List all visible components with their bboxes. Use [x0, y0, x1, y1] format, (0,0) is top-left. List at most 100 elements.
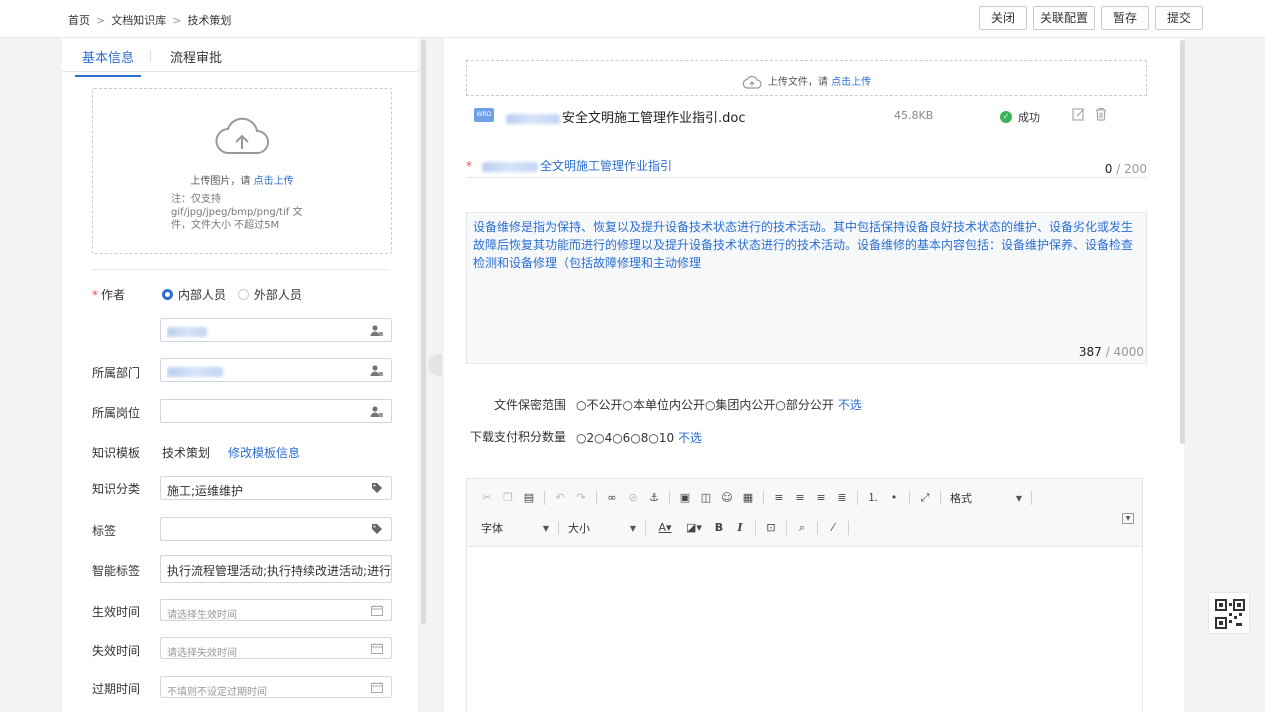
left-panel: 基本信息 流程审批 上传图片，请 点击上传 注：仅支持 gif/jpg/jpeg… [62, 38, 418, 712]
format-select-label: 格式 [950, 492, 972, 505]
department-select-icon[interactable] [370, 364, 383, 377]
anchor-icon[interactable]: ⚓ [648, 492, 660, 504]
ordered-list-icon[interactable]: ⒈ [867, 492, 879, 504]
tags-field[interactable] [160, 517, 392, 541]
position-field[interactable] [160, 399, 392, 423]
preview-icon[interactable]: ⌕ [796, 522, 808, 534]
position-select-icon[interactable] [370, 405, 383, 418]
secrecy-options-text[interactable]: ○不公开○本单位内公开○集团内公开○部分公开 [576, 398, 834, 412]
category-field[interactable]: 施工;运维维护 [160, 476, 392, 500]
right-scrollbar[interactable] [1180, 40, 1185, 444]
left-scrollbar[interactable] [421, 40, 426, 624]
category-label: 知识分类 [92, 482, 141, 496]
close-button[interactable]: 关闭 [978, 6, 1027, 30]
tag-icon[interactable] [371, 523, 383, 535]
editor-content-area[interactable] [467, 548, 1142, 712]
upload-status-text: 成功 [1018, 111, 1040, 124]
font-select[interactable]: 字体 ▼ [481, 520, 549, 536]
image-upload-note: 注：仅支持 gif/jpg/jpeg/bmp/png/tif 文件，文件大小 不… [171, 194, 303, 231]
file-upload-hint: 上传文件，请 点击上传 [467, 73, 1146, 89]
secrecy-options[interactable]: ○不公开○本单位内公开○集团内公开○部分公开 不选 [576, 396, 862, 413]
author-person-field[interactable] [160, 318, 392, 342]
breadcrumb-library[interactable]: 文档知识库 [111, 12, 166, 28]
tag-icon[interactable] [371, 482, 383, 494]
font-color-icon[interactable]: A▾ [655, 522, 675, 534]
toolbar-separator [755, 521, 756, 535]
unlink-icon[interactable]: ⊘ [627, 492, 639, 504]
collapse-panel-handle[interactable] [428, 354, 442, 376]
submit-button[interactable]: 提交 [1154, 6, 1203, 30]
emoji-icon[interactable]: ☺ [721, 492, 733, 504]
template-value: 技术策划 [162, 446, 211, 460]
file-upload-area[interactable]: 上传文件，请 点击上传 [466, 60, 1147, 96]
clear-format-icon[interactable]: ⁄ [827, 522, 839, 534]
department-field[interactable] [160, 358, 392, 382]
overdue-time-label: 过期时间 [92, 682, 141, 696]
cloud-upload-icon [742, 75, 762, 89]
file-actions [1072, 107, 1108, 121]
calendar-icon[interactable] [371, 682, 383, 693]
link-icon[interactable]: ∞ [606, 492, 618, 504]
copy-icon[interactable]: ❐ [502, 492, 514, 504]
link-config-button[interactable]: 关联配置 [1032, 6, 1095, 30]
effective-time-field[interactable]: 请选择生效时间 [160, 599, 392, 621]
smart-tags-field[interactable]: 执行流程管理活动;执行持续改进活动;进行 [160, 555, 392, 583]
fullscreen-icon[interactable]: ⤢ [919, 492, 931, 504]
align-left-icon[interactable]: ≡ [773, 492, 785, 504]
align-right-icon[interactable]: ≡ [815, 492, 827, 504]
paste-icon[interactable]: ▤ [523, 492, 535, 504]
toolbar-separator [558, 521, 559, 535]
file-upload-link[interactable]: 点击上传 [831, 77, 871, 88]
file-name[interactable]: 安全文明施工管理作业指引.doc [506, 107, 746, 126]
source-code-icon[interactable]: ⊡ [765, 522, 777, 534]
edit-icon[interactable] [1072, 107, 1086, 121]
overdue-time-field[interactable]: 不填则不设定过期时间 [160, 676, 392, 698]
bullet-list-icon[interactable]: • [888, 492, 900, 504]
expire-time-label: 失效时间 [92, 644, 141, 658]
dropdown-caret-icon: ▼ [542, 523, 549, 533]
expire-time-field[interactable]: 请选择失效时间 [160, 637, 392, 659]
description-textarea[interactable]: 设备维修是指为保持、恢复以及提升设备技术状态进行的技术活动。其中包括保持设备良好… [466, 212, 1147, 364]
breadcrumb-home[interactable]: 首页 [68, 12, 90, 28]
description-count: 387 [1078, 345, 1102, 359]
table-icon[interactable]: ▦ [742, 492, 754, 504]
tab-process-approval[interactable]: 流程审批 [170, 47, 222, 66]
tab-bar: 基本信息 流程审批 [62, 38, 418, 77]
image-upload-area[interactable]: 上传图片，请 点击上传 注：仅支持 gif/jpg/jpeg/bmp/png/t… [92, 88, 392, 254]
toolbar-expand-icon[interactable]: ▼ [1122, 513, 1134, 524]
secrecy-clear-link[interactable]: 不选 [838, 398, 862, 412]
radio-external[interactable]: 外部人员 [237, 286, 302, 303]
points-clear-link[interactable]: 不选 [678, 431, 702, 445]
undo-icon[interactable]: ↶ [554, 492, 566, 504]
image-upload-link[interactable]: 点击上传 [254, 176, 294, 187]
cut-icon[interactable]: ✂ [481, 492, 493, 504]
align-center-icon[interactable]: ≡ [794, 492, 806, 504]
points-options[interactable]: ○2○4○6○8○10 不选 [576, 429, 702, 446]
calendar-icon[interactable] [371, 643, 383, 654]
edit-template-link[interactable]: 修改模板信息 [228, 444, 300, 461]
image-upload-hint: 上传图片，请 点击上传 [93, 172, 391, 187]
qr-code-button[interactable] [1208, 592, 1250, 634]
image-icon[interactable]: ▣ [679, 492, 691, 504]
points-options-text[interactable]: ○2○4○6○8○10 [576, 431, 674, 445]
bold-icon[interactable]: B [713, 522, 725, 534]
italic-icon[interactable]: I [734, 522, 746, 534]
title-field[interactable]: * 全文明施工管理作业指引 0 / 200 [466, 156, 1147, 178]
redo-icon[interactable]: ↷ [575, 492, 587, 504]
person-select-icon[interactable] [370, 324, 383, 337]
delete-icon[interactable] [1094, 107, 1108, 121]
save-draft-button[interactable]: 暂存 [1100, 6, 1149, 30]
radio-selected-icon [162, 289, 173, 300]
multi-image-icon[interactable]: ◫ [700, 492, 712, 504]
tab-basic-info[interactable]: 基本信息 [74, 47, 142, 77]
format-select[interactable]: 格式 ▼ [950, 490, 1022, 506]
calendar-icon[interactable] [371, 605, 383, 616]
secrecy-label: 文件保密范围 [493, 398, 566, 412]
author-label-text: 作者 [101, 288, 126, 302]
author-radio-group: 内部人员 外部人员 [162, 286, 310, 303]
radio-internal[interactable]: 内部人员 [162, 286, 226, 303]
align-justify-icon[interactable]: ≣ [836, 492, 848, 504]
background-color-icon[interactable]: ◪▾ [684, 522, 704, 534]
size-select[interactable]: 大小 ▼ [568, 520, 636, 536]
title-value: 全文明施工管理作业指引 [482, 157, 672, 174]
